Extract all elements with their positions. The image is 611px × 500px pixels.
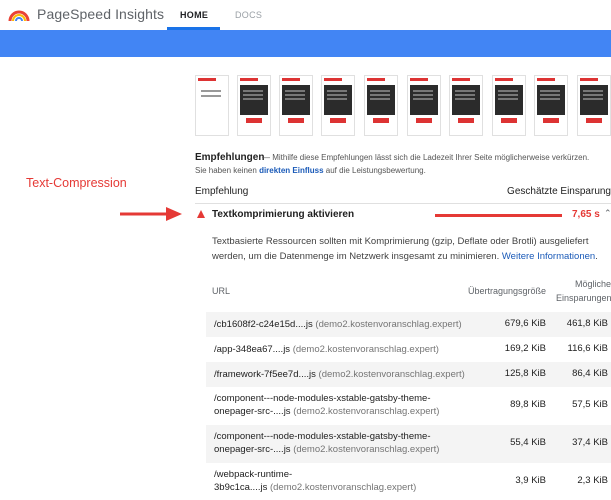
url-path: 3b9c1ca....js [214,482,268,493]
savings-bar [435,214,562,217]
audit-description-suffix: . [595,251,598,262]
url-host: (demo2.kostenvoranschlag.expert) [293,406,440,417]
url-cell[interactable]: /component---node-modules-xstable-gatsby… [214,392,439,418]
url-cell[interactable]: /component---node-modules-xstable-gatsby… [214,430,439,456]
savings-cell: 116,6 KiB [567,343,609,354]
direct-influence-link[interactable]: direkten Einfluss [259,166,323,175]
chevron-up-icon[interactable]: ⌃ [604,208,611,219]
url-cell[interactable]: /cb1608f2-c24e15d....js (demo2.kostenvor… [214,318,462,331]
filmstrip-frame [577,75,611,136]
filmstrip-frame [449,75,483,136]
filmstrip-frame [534,75,568,136]
column-header-url: URL [212,286,231,296]
header-band [0,30,611,57]
filmstrip-frame [279,75,313,136]
filmstrip-frame [364,75,398,136]
pagespeed-logo-icon [8,10,30,22]
audit-title: Textkomprimierung aktivieren [212,209,355,220]
column-header-savings-line2: Einsparungen [556,293,611,303]
table-row: /framework-7f5ee7d....js (demo2.kostenvo… [206,362,611,387]
url-path: onepager-src-....js [214,444,291,455]
transfer-size-cell: 89,8 KiB [510,399,546,410]
url-host: (demo2.kostenvoranschlag.expert) [318,369,465,380]
column-header-recommendation: Empfehlung [195,186,249,197]
annotation-label: Text-Compression [26,176,127,190]
url-host: (demo2.kostenvoranschlag.expert) [269,482,417,493]
transfer-size-cell: 169,2 KiB [504,343,546,354]
table-row: /cb1608f2-c24e15d....js (demo2.kostenvor… [206,312,611,337]
annotation-arrow-icon [120,207,182,221]
divider [195,203,611,204]
tab-docs[interactable]: DOCS [235,10,262,20]
section-title: Empfehlungen [195,152,265,163]
column-header-transfer-size: Übertragungsgröße [467,286,546,296]
column-header-potential-savings: Mögliche Einsparungen [556,277,611,305]
url-host: (demo2.kostenvoranschlag.expert) [292,344,439,355]
savings-cell: 37,4 KiB [572,437,608,448]
transfer-size-cell: 125,8 KiB [504,368,546,379]
transfer-size-cell: 679,6 KiB [504,318,546,329]
warning-triangle-icon [197,210,205,218]
url-path: /cb1608f2-c24e15d....js [214,319,313,330]
audit-description: Textbasierte Ressourcen sollten mit Komp… [212,234,608,264]
brand-title: PageSpeed Insights [37,6,165,22]
savings-cell: 86,4 KiB [572,368,608,379]
section-description-text: Sie haben keinen [195,166,260,175]
transfer-size-cell: 3,9 KiB [515,475,546,486]
url-cell[interactable]: /framework-7f5ee7d....js (demo2.kostenvo… [214,368,465,381]
table-row: /webpack-runtime- 3b9c1ca....js (demo2.ko… [206,463,611,500]
url-host: (demo2.kostenvoranschlag.expert) [293,444,440,455]
savings-cell: 2,3 KiB [577,475,608,486]
url-path: /webpack-runtime- [214,469,293,480]
url-path: /component---node-modules-xstable-gatsby… [214,393,431,404]
section-description-text: auf die Leistungsbewertung. [323,166,426,175]
filmstrip-frame [195,75,229,136]
url-path: onepager-src-....js [214,406,291,417]
details-table: URL Übertragungsgröße Mögliche Einsparun… [206,272,611,500]
opportunity-column-header: Empfehlung Geschätzte Einsparung [195,186,611,200]
column-header-savings: Geschätzte Einsparung [507,186,611,197]
table-row: /component---node-modules-xstable-gatsby… [206,387,611,425]
section-description-2: Sie haben keinen direkten Einfluss auf d… [195,166,426,175]
url-path: /component---node-modules-xstable-gatsby… [214,431,431,442]
url-path: /framework-7f5ee7d....js [214,369,316,380]
top-app-bar: PageSpeed Insights HOME DOCS [0,0,611,30]
table-row: /component---node-modules-xstable-gatsby… [206,425,611,463]
learn-more-link[interactable]: Weitere Informationen [502,251,595,262]
transfer-size-cell: 55,4 KiB [510,437,546,448]
filmstrip-frame [492,75,526,136]
url-cell[interactable]: /webpack-runtime- 3b9c1ca....js (demo2.ko… [214,468,416,494]
savings-cell: 461,8 KiB [566,318,608,329]
filmstrip-frame [237,75,271,136]
tab-home[interactable]: HOME [180,10,208,20]
column-header-savings-line1: Mögliche [574,279,611,289]
filmstrip-frame [321,75,355,136]
url-path: /app-348ea67....js [214,344,291,355]
table-header: URL Übertragungsgröße Mögliche Einsparun… [206,272,611,312]
audit-text-compression[interactable]: Textkomprimierung aktivieren 7,65 s ⌃ [195,208,611,224]
url-cell[interactable]: /app-348ea67....js (demo2.kostenvoransch… [214,343,439,356]
section-description: — Mithilfe diese Empfehlungen lässt sich… [262,153,590,162]
filmstrip [195,75,611,137]
table-row: /app-348ea67....js (demo2.kostenvoransch… [206,337,611,362]
url-host: (demo2.kostenvoranschlag.expert) [315,319,462,330]
savings-value: 7,65 s [572,209,600,220]
savings-cell: 57,5 KiB [572,399,608,410]
filmstrip-frame [407,75,441,136]
